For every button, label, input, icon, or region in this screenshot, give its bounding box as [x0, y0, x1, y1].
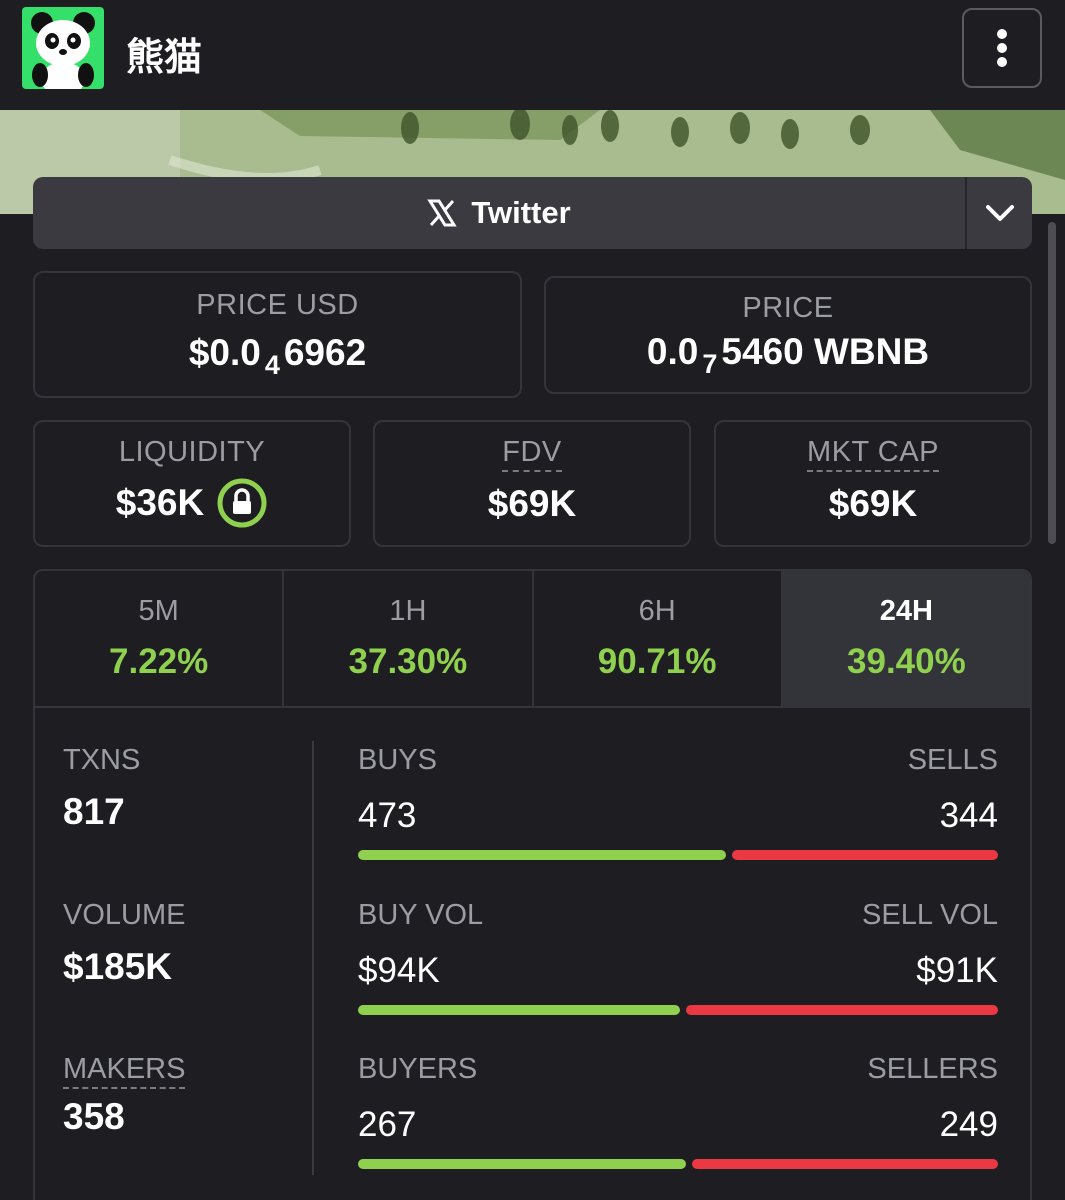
price-change: 39.40% [847, 642, 966, 681]
liquidity-value: $36K [115, 482, 205, 523]
sell-bar [731, 850, 998, 860]
price-change: 90.71% [597, 642, 717, 681]
txns-value: 817 [63, 791, 125, 832]
sells-label: SELLS [907, 744, 998, 776]
tab-label: 5M [138, 595, 179, 627]
column-divider [312, 741, 314, 1175]
price-native-zeros: 7 [702, 349, 718, 379]
volume-metric: VOLUME $185K [63, 899, 185, 988]
price-change: 37.30% [348, 642, 468, 681]
makers-split: BUYERS SELLERS 267 249 [358, 1053, 998, 1169]
sell-bar [691, 1159, 998, 1169]
fdv-label[interactable]: FDV [375, 436, 689, 472]
liquidity-card: LIQUIDITY $36K [33, 420, 351, 547]
page: 熊猫 Twitter PRICE USD $0.0 4 6962 PRICE 0… [0, 0, 1065, 1200]
tab-label: 6H [638, 595, 676, 627]
timeframe-tabs: 5M 7.22% 1H 37.30% 6H 90.71% 24H 39.40% [35, 571, 1030, 708]
tab-6h[interactable]: 6H 90.71% [533, 571, 783, 706]
mkt-cap-value: $69K [828, 483, 918, 524]
txns-metric: TXNS 817 [63, 744, 140, 833]
price-usd-digits: 6962 [283, 332, 367, 373]
price-native-label: PRICE [742, 292, 834, 324]
price-usd-prefix: $0.0 [188, 332, 261, 373]
buyers-sellers-bar [358, 1159, 998, 1169]
buy-sell-bar [358, 850, 998, 860]
buy-bar [358, 1159, 686, 1169]
makers-value: 358 [63, 1096, 125, 1137]
txns-split: BUYS SELLS 473 344 [358, 744, 998, 860]
makers-metric: MAKERS 358 [63, 1053, 186, 1138]
liquidity-value-row: $36K [35, 477, 349, 529]
sellers-label: SELLERS [867, 1053, 998, 1085]
more-menu-button[interactable] [962, 8, 1042, 88]
tab-5m[interactable]: 5M 7.22% [35, 571, 285, 706]
sells-value: 344 [939, 796, 998, 835]
price-usd-card: PRICE USD $0.0 4 6962 [33, 271, 522, 398]
sell-vol-value: $91K [916, 951, 998, 990]
sellers-value: 249 [939, 1105, 998, 1144]
price-native-prefix: 0.0 [646, 331, 699, 372]
liquidity-label: LIQUIDITY [118, 436, 266, 468]
price-usd-zeros: 4 [264, 350, 280, 380]
buy-bar [358, 1005, 681, 1015]
txns-label: TXNS [63, 744, 141, 776]
buy-bar [358, 850, 726, 860]
price-native-digits: 5460 WBNB [721, 331, 930, 372]
buys-label: BUYS [358, 744, 437, 776]
twitter-label: Twitter [471, 195, 571, 230]
buy-vol-value: $94K [358, 951, 440, 990]
price-usd-label: PRICE USD [196, 289, 359, 321]
sell-bar [686, 1005, 998, 1015]
twitter-button[interactable]: Twitter [33, 177, 965, 249]
buyers-label: BUYERS [358, 1053, 478, 1085]
volume-label: VOLUME [63, 899, 186, 931]
fdv-value: $69K [487, 483, 577, 524]
panda-logo-icon[interactable] [22, 7, 104, 89]
price-native-value: 0.0 7 5460 WBNB [546, 331, 1030, 379]
volume-value: $185K [63, 946, 173, 987]
price-change: 7.22% [109, 642, 209, 681]
buyers-value: 267 [358, 1105, 417, 1144]
chevron-down-icon [985, 205, 1014, 221]
x-logo-icon [427, 199, 458, 227]
social-links-dropdown[interactable] [967, 177, 1032, 249]
social-link-bar: Twitter [33, 177, 1032, 249]
mkt-cap-card: MKT CAP $69K [714, 420, 1032, 547]
top-header: 熊猫 [0, 0, 1065, 110]
sell-vol-label: SELL VOL [862, 899, 998, 931]
price-native-card: PRICE 0.0 7 5460 WBNB [544, 276, 1032, 394]
price-usd-value: $0.0 4 6962 [35, 332, 520, 380]
makers-label[interactable]: MAKERS [63, 1053, 186, 1089]
tab-24h[interactable]: 24H 39.40% [782, 571, 1030, 706]
mkt-cap-label[interactable]: MKT CAP [716, 436, 1030, 472]
tab-1h[interactable]: 1H 37.30% [284, 571, 534, 706]
tab-label: 1H [389, 595, 427, 627]
buy-vol-label: BUY VOL [358, 899, 484, 931]
token-name: 熊猫 [126, 35, 203, 79]
buy-sell-vol-bar [358, 1005, 998, 1015]
vertical-dots-icon [997, 29, 1007, 67]
stats-panel: 5M 7.22% 1H 37.30% 6H 90.71% 24H 39.40% … [33, 569, 1032, 1200]
fdv-card: FDV $69K [373, 420, 691, 547]
lock-icon[interactable] [216, 477, 268, 529]
buys-value: 473 [358, 796, 417, 835]
tab-label: 24H [879, 595, 933, 627]
scrollbar[interactable] [1048, 222, 1056, 544]
volume-split: BUY VOL SELL VOL $94K $91K [358, 899, 998, 1015]
